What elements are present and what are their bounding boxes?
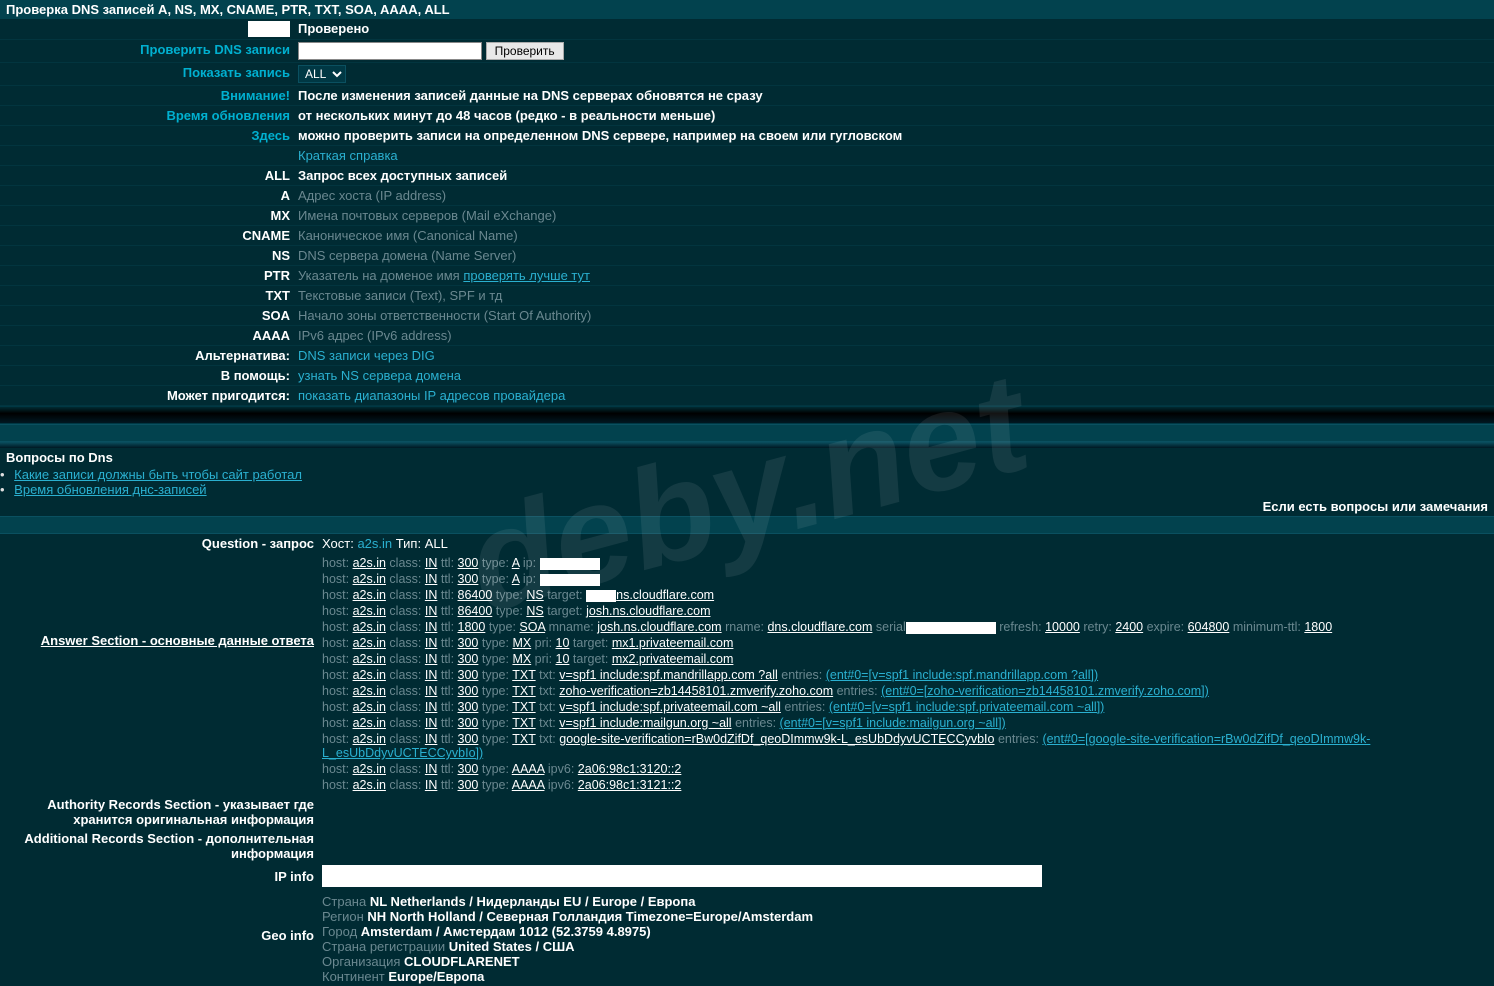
geo-continent: Europe/Европа [388, 969, 484, 984]
dns-record: host: a2s.in class: IN ttl: 300 type: MX… [322, 651, 1490, 667]
brief-link[interactable]: Краткая справка [298, 148, 398, 163]
ns-text: DNS сервера домена (Name Server) [294, 246, 1494, 265]
aaaa-text: IPv6 адрес (IPv6 address) [294, 326, 1494, 345]
mx-label: MX [0, 206, 294, 225]
answer-section: Answer Section - основные данные ответа … [0, 553, 1494, 795]
dns-record: host: a2s.in class: IN ttl: 300 type: MX… [322, 635, 1490, 651]
dns-record: host: a2s.in class: IN ttl: 300 type: A … [322, 571, 1490, 587]
a-text: Адрес хоста (IP address) [294, 186, 1494, 205]
answer-section-label[interactable]: Answer Section - основные данные ответа [41, 633, 314, 648]
updtime-text: от нескольких минут до 48 часов (редко -… [294, 106, 1494, 125]
geo-region: NH North Holland / Северная Голландия Ti… [367, 909, 813, 924]
txt-label: TXT [0, 286, 294, 305]
dns-record: host: a2s.in class: IN ttl: 300 type: TX… [322, 731, 1490, 761]
dns-record: host: a2s.in class: IN ttl: 300 type: TX… [322, 715, 1490, 731]
additional-section: Additional Records Section - дополнитель… [0, 829, 1494, 863]
check-button[interactable]: Проверить [486, 42, 564, 60]
soa-label: SOA [0, 306, 294, 325]
all-label: ALL [0, 166, 294, 185]
domain-input[interactable] [298, 42, 482, 60]
page-title: Проверка DNS записей A, NS, MX, CNAME, P… [0, 0, 1494, 19]
input-redact [0, 19, 294, 39]
dns-record: host: a2s.in class: IN ttl: 1800 type: S… [322, 619, 1490, 635]
divider [0, 406, 1494, 424]
ip-info-row: IP info [0, 863, 1494, 892]
help-link[interactable]: узнать NS сервера домена [298, 368, 461, 383]
ip-redacted [322, 865, 1042, 887]
warning-text: После изменения записей данные на DNS се… [294, 86, 1494, 105]
dns-record: host: a2s.in class: IN ttl: 300 type: A … [322, 555, 1490, 571]
questions-title: Вопросы по Dns [0, 448, 1494, 467]
geo-info-row: Geo info Страна NL Netherlands / Нидерла… [0, 892, 1494, 986]
useful-link[interactable]: показать диапазоны IP адресов провайдера [298, 388, 565, 403]
questions-section: Вопросы по Dns • Какие записи должны быт… [0, 448, 1494, 497]
question-host: a2s.in [357, 536, 392, 551]
here-label: Здесь [0, 126, 294, 145]
mx-text: Имена почтовых серверов (Mail eXchange) [294, 206, 1494, 225]
all-text: Запрос всех доступных записей [294, 166, 1494, 185]
question-type: ALL [425, 536, 448, 551]
footnote: Если есть вопросы или замечания [0, 497, 1494, 516]
cname-label: CNAME [0, 226, 294, 245]
question-row: Question - запрос Хост: a2s.in Тип: ALL [0, 534, 1494, 553]
a-label: A [0, 186, 294, 205]
question-link-2[interactable]: Время обновления днс-записей [8, 482, 206, 497]
updtime-label: Время обновления [0, 106, 294, 125]
ns-label: NS [0, 246, 294, 265]
row-check-dns: Проверить DNS записи Проверить [0, 40, 1494, 63]
txt-text: Текстовые записи (Text), SPF и тд [294, 286, 1494, 305]
ptr-link[interactable]: проверять лучше тут [463, 268, 590, 283]
dns-record: host: a2s.in class: IN ttl: 300 type: AA… [322, 761, 1490, 777]
useful-label: Может пригодится: [0, 386, 294, 405]
dns-record: host: a2s.in class: IN ttl: 300 type: AA… [322, 777, 1490, 793]
question-link-1[interactable]: Какие записи должны быть чтобы сайт рабо… [8, 467, 302, 482]
cname-text: Каноническое имя (Canonical Name) [294, 226, 1494, 245]
dns-record: host: a2s.in class: IN ttl: 86400 type: … [322, 603, 1490, 619]
dns-record: host: a2s.in class: IN ttl: 300 type: TX… [322, 667, 1490, 683]
geo-country: NL Netherlands / Нидерланды EU / Europe … [370, 894, 696, 909]
dns-record: host: a2s.in class: IN ttl: 86400 type: … [322, 587, 1490, 603]
soa-text: Начало зоны ответственности (Start Of Au… [294, 306, 1494, 325]
warning-label: Внимание! [0, 86, 294, 105]
geo-reg-country: United States / США [449, 939, 575, 954]
help-label: В помощь: [0, 366, 294, 385]
dns-record: host: a2s.in class: IN ttl: 300 type: TX… [322, 683, 1490, 699]
ptr-label: PTR [0, 266, 294, 285]
alt-label: Альтернатива: [0, 346, 294, 365]
show-record-label: Показать запись [0, 63, 294, 85]
row-checked: Проверено [0, 19, 1494, 40]
record-type-select[interactable]: ALL [298, 65, 346, 83]
alt-link[interactable]: DNS записи через DIG [298, 348, 435, 363]
aaaa-label: AAAA [0, 326, 294, 345]
check-dns-label: Проверить DNS записи [0, 40, 294, 62]
row-show-record: Показать запись ALL [0, 63, 1494, 86]
authority-section: Authority Records Section - указывает гд… [0, 795, 1494, 829]
ptr-text: Указатель на доменое имя [298, 268, 460, 283]
section-divider-2 [0, 516, 1494, 534]
here-text: можно проверить записи на определенном D… [294, 126, 1494, 145]
geo-org: CLOUDFLARENET [404, 954, 520, 969]
section-divider [0, 424, 1494, 442]
dns-record: host: a2s.in class: IN ttl: 300 type: TX… [322, 699, 1490, 715]
geo-city: Amsterdam / Амстердам 1012 (52.3759 4.89… [361, 924, 651, 939]
